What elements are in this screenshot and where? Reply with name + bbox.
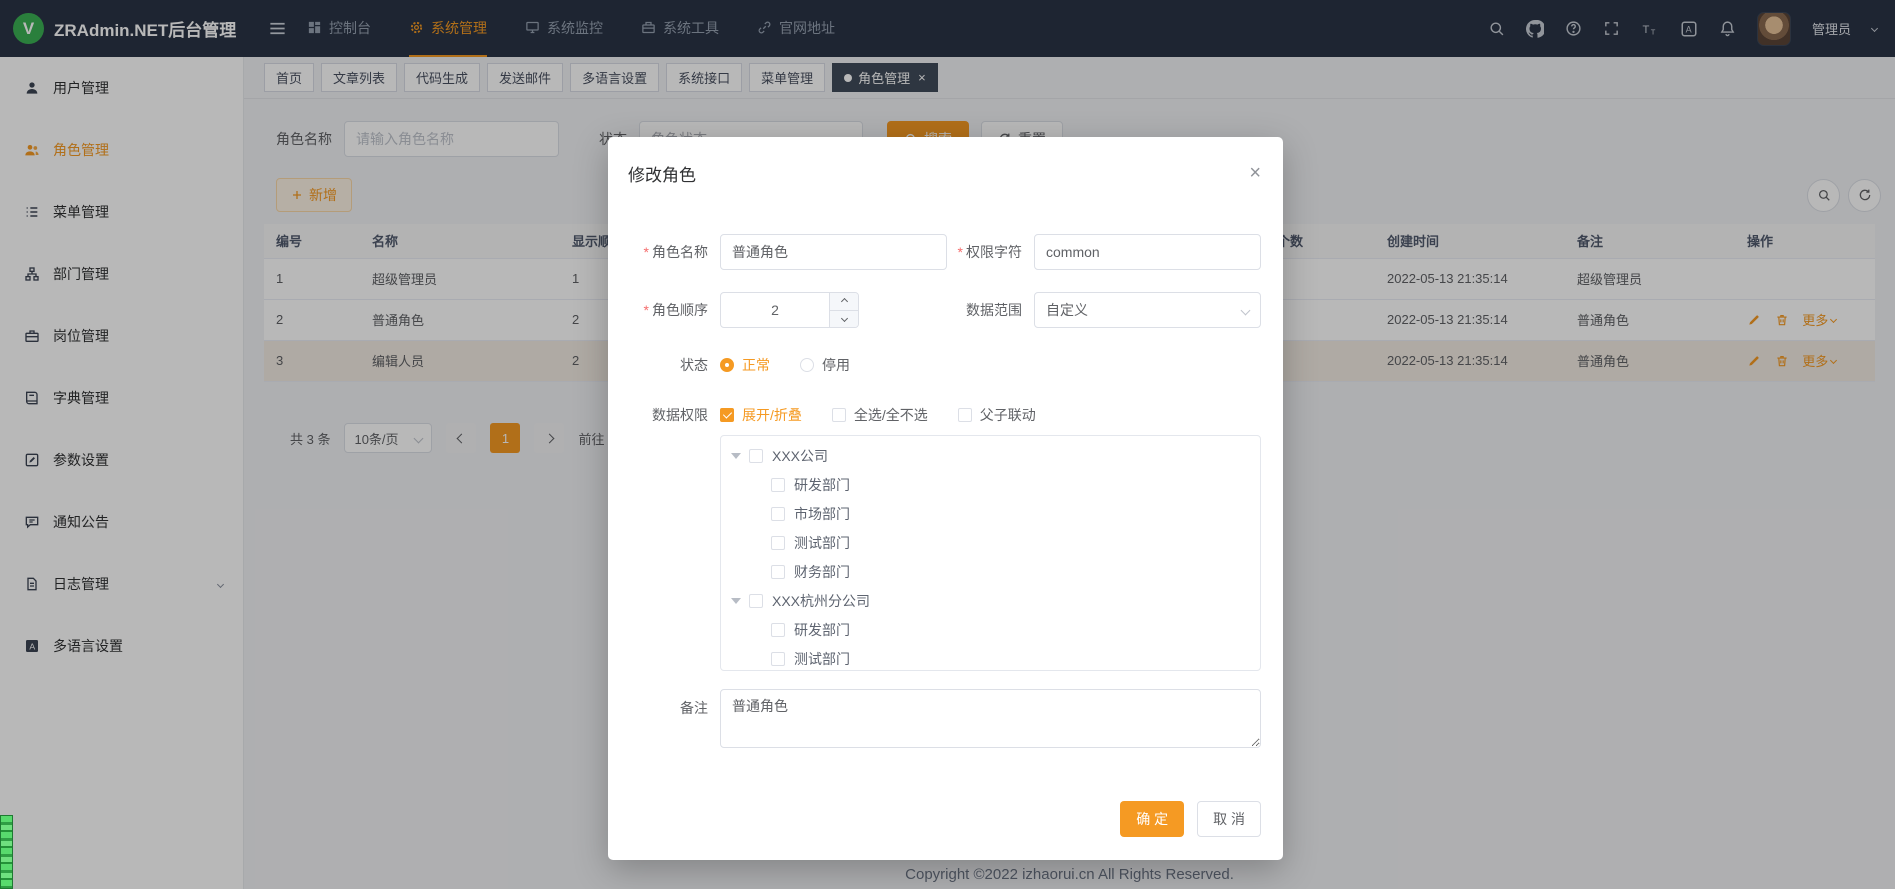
radio-label: 正常 — [742, 355, 770, 375]
close-icon[interactable]: × — [1249, 163, 1261, 183]
radio-icon — [800, 358, 814, 372]
checkbox-icon[interactable] — [749, 449, 763, 463]
tree-node-label: 测试部门 — [794, 649, 850, 669]
checkbox-label: 全选/全不选 — [854, 405, 928, 425]
tree-node-label: 研发部门 — [794, 475, 850, 495]
remark-row: 备注 普通角色 — [608, 689, 1283, 748]
tree-node-label: 研发部门 — [794, 620, 850, 640]
required-mark: * — [644, 244, 649, 260]
tree-node[interactable]: 财务部门 — [721, 557, 1260, 586]
increase-button[interactable] — [830, 293, 858, 311]
label-text: 状态 — [680, 357, 708, 373]
edit-role-dialog: 修改角色 × *角色名称 *权限字符 *角色顺序 数据范围 自定义 — [608, 137, 1283, 860]
label-text: 角色名称 — [652, 244, 708, 260]
label-text: 权限字符 — [966, 244, 1022, 260]
remark-textarea[interactable]: 普通角色 — [720, 689, 1261, 748]
checkbox-label: 展开/折叠 — [742, 405, 802, 425]
checkbox-icon[interactable] — [771, 565, 785, 579]
tree-node-label: XXX公司 — [772, 446, 828, 466]
perm-char-label: *权限字符 — [947, 242, 1022, 262]
label-text: 数据权限 — [652, 407, 708, 423]
tree-node[interactable]: XXX公司 — [721, 441, 1260, 470]
chevron-up-icon — [840, 298, 847, 305]
data-permission-label: 数据权限 — [608, 405, 708, 425]
role-order-label: *角色顺序 — [608, 300, 708, 320]
tree-node[interactable]: 测试部门 — [721, 528, 1260, 557]
radio-disabled[interactable]: 停用 — [800, 355, 850, 375]
checkbox-icon[interactable] — [771, 652, 785, 666]
tree-node[interactable]: XXX杭州分公司 — [721, 586, 1260, 615]
tree-node-label: 市场部门 — [794, 504, 850, 524]
data-scope-value: 自定义 — [1046, 300, 1088, 320]
chevron-down-icon — [840, 315, 847, 322]
dialog-title: 修改角色 — [608, 137, 1283, 186]
radio-label: 停用 — [822, 355, 850, 375]
role-order-input[interactable] — [721, 293, 829, 327]
required-mark: * — [644, 302, 649, 318]
checkbox-expand-collapse[interactable]: 展开/折叠 — [720, 405, 802, 425]
label-text: 备注 — [680, 700, 708, 716]
permission-tree: XXX公司 研发部门 市场部门 测试部门 财务部门 XXX杭州分公司 研发部门 … — [720, 435, 1261, 671]
required-mark: * — [958, 244, 963, 260]
dialog-footer: 确 定 取 消 — [1120, 801, 1261, 837]
decrease-button[interactable] — [830, 311, 858, 328]
checkbox-icon — [958, 408, 972, 422]
form-row: *角色名称 *权限字符 — [608, 234, 1283, 270]
tree-node-label: 测试部门 — [794, 533, 850, 553]
tree-node[interactable]: 研发部门 — [721, 615, 1260, 644]
corner-widget[interactable] — [0, 815, 13, 889]
role-name-input[interactable] — [720, 234, 947, 270]
chevron-down-icon — [1241, 305, 1251, 315]
tree-node-label: 财务部门 — [794, 562, 850, 582]
caret-down-icon[interactable] — [731, 598, 741, 609]
caret-down-icon[interactable] — [731, 453, 741, 464]
label-text: 数据范围 — [966, 302, 1022, 318]
checkbox-icon[interactable] — [749, 594, 763, 608]
stepper-controls — [829, 293, 858, 327]
radio-icon — [720, 358, 734, 372]
checkbox-select-all[interactable]: 全选/全不选 — [832, 405, 928, 425]
checkbox-parent-child-link[interactable]: 父子联动 — [958, 405, 1036, 425]
role-order-stepper — [720, 292, 859, 328]
status-row: 状态 正常 停用 — [608, 355, 1283, 375]
data-scope-label: 数据范围 — [859, 300, 1022, 320]
remark-label: 备注 — [608, 689, 708, 718]
role-name-label: *角色名称 — [608, 242, 708, 262]
checkbox-icon — [720, 408, 734, 422]
cancel-button[interactable]: 取 消 — [1197, 801, 1261, 837]
tree-node[interactable]: 研发部门 — [721, 470, 1260, 499]
checkbox-icon[interactable] — [771, 536, 785, 550]
form-row: *角色顺序 数据范围 自定义 — [608, 292, 1283, 328]
checkbox-icon — [832, 408, 846, 422]
status-label: 状态 — [608, 355, 708, 375]
data-permission-row: 数据权限 展开/折叠 全选/全不选 父子联动 — [608, 405, 1283, 425]
data-scope-select[interactable]: 自定义 — [1034, 292, 1261, 328]
checkbox-icon[interactable] — [771, 507, 785, 521]
confirm-button[interactable]: 确 定 — [1120, 801, 1184, 837]
tree-node[interactable]: 市场部门 — [721, 499, 1260, 528]
tree-node-label: XXX杭州分公司 — [772, 591, 870, 611]
checkbox-icon[interactable] — [771, 623, 785, 637]
radio-normal[interactable]: 正常 — [720, 355, 770, 375]
dialog-form: *角色名称 *权限字符 *角色顺序 数据范围 自定义 状态 正常 停 — [608, 234, 1283, 748]
checkbox-icon[interactable] — [771, 478, 785, 492]
tree-node[interactable]: 测试部门 — [721, 644, 1260, 671]
perm-char-input[interactable] — [1034, 234, 1261, 270]
label-text: 角色顺序 — [652, 302, 708, 318]
checkbox-label: 父子联动 — [980, 405, 1036, 425]
